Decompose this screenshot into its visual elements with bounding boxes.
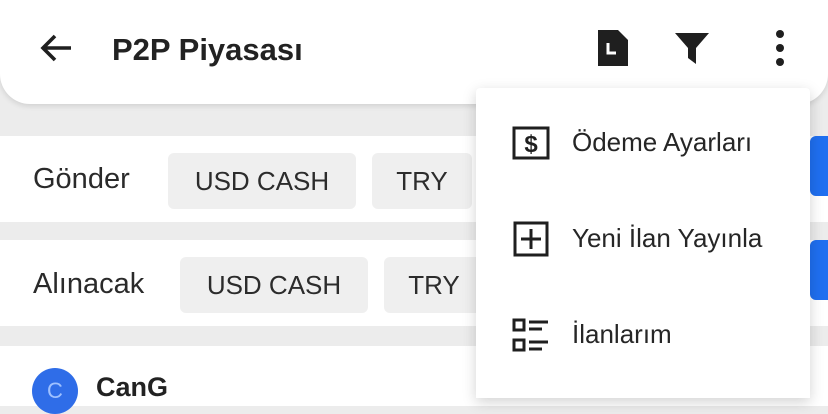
- advertiser-name: CanG: [96, 372, 169, 402]
- page-title: P2P Piyasası: [112, 32, 303, 67]
- menu-item-label: Ödeme Ayarları: [572, 127, 753, 157]
- arrow-left-icon: [39, 33, 73, 68]
- receive-asset-chip[interactable]: USD CASH: [180, 257, 368, 313]
- menu-item-new-ad[interactable]: Yeni İlan Yayınla: [476, 194, 810, 290]
- menu-item-label: İlanlarım: [572, 319, 672, 349]
- swap-button-edge[interactable]: [810, 136, 828, 196]
- menu-item-label: Yeni İlan Yayınla: [572, 223, 763, 253]
- filter-button[interactable]: [666, 24, 718, 76]
- avatar: C: [32, 368, 78, 414]
- more-button[interactable]: [754, 24, 806, 76]
- filter-icon: [674, 30, 710, 71]
- more-vertical-icon: [774, 29, 786, 72]
- overflow-menu: $ Ödeme Ayarları Yeni İlan Yayınla İlanl…: [476, 88, 810, 398]
- send-asset-chip[interactable]: USD CASH: [168, 153, 356, 209]
- document-icon: [594, 28, 630, 73]
- receive-currency-chip[interactable]: TRY: [384, 257, 484, 313]
- menu-item-my-ads[interactable]: İlanlarım: [476, 290, 810, 386]
- send-currency-chip[interactable]: TRY: [372, 153, 472, 209]
- search-button-edge[interactable]: [810, 240, 828, 300]
- add-box-icon: [512, 220, 550, 258]
- back-button[interactable]: [36, 30, 76, 70]
- svg-text:$: $: [524, 131, 538, 158]
- receive-label: Alınacak: [33, 268, 145, 300]
- list-icon: [512, 316, 550, 354]
- payment-settings-icon: $: [512, 124, 550, 162]
- orders-button[interactable]: [586, 24, 638, 76]
- menu-item-payment-settings[interactable]: $ Ödeme Ayarları: [476, 98, 810, 194]
- send-label: Gönder: [33, 163, 130, 195]
